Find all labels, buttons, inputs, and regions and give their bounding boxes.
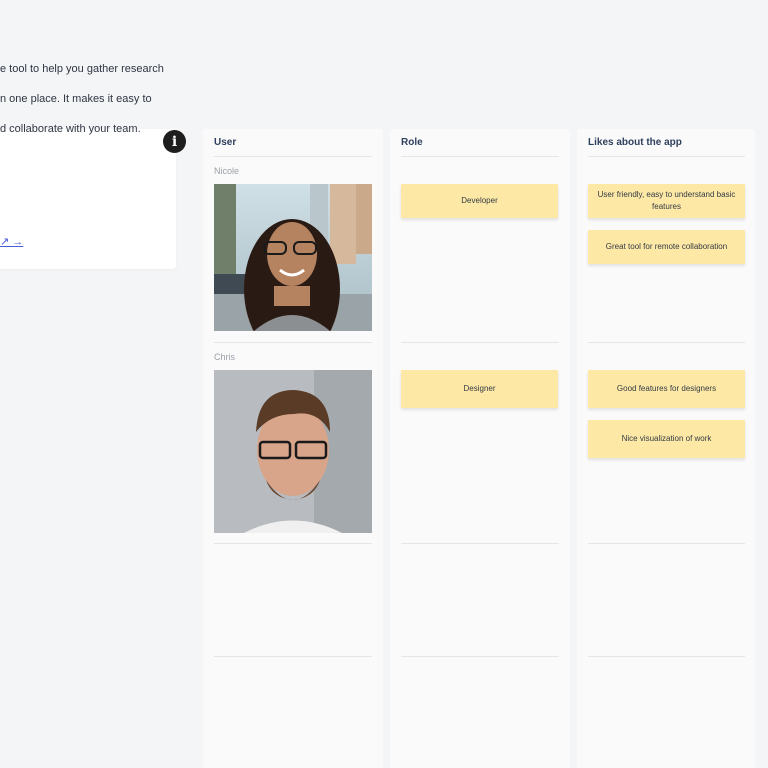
info-text-line-1: e tool to help you gather research xyxy=(0,63,164,75)
user-name-chris: Chris xyxy=(214,352,236,362)
divider xyxy=(401,543,559,544)
user-photo-chris[interactable] xyxy=(214,370,372,533)
divider xyxy=(214,656,372,657)
info-text-line-2: n one place. It makes it easy to xyxy=(0,93,152,105)
portrait-image xyxy=(214,184,372,331)
sticky-note-like[interactable]: Nice visualization of work xyxy=(588,420,745,458)
divider xyxy=(588,342,745,343)
column-header-likes: Likes about the app xyxy=(588,137,682,148)
column-header-user: User xyxy=(214,137,237,148)
divider xyxy=(401,656,559,657)
divider xyxy=(588,656,745,657)
learn-more-link[interactable]: ↗ → xyxy=(0,235,23,248)
divider xyxy=(214,543,372,544)
sticky-note-like[interactable]: Good features for designers xyxy=(588,370,745,408)
sticky-note-role-nicole[interactable]: Developer xyxy=(401,184,558,218)
user-column: User Nicole Chris xyxy=(203,129,383,768)
info-icon[interactable]: i xyxy=(163,130,186,153)
divider xyxy=(588,543,745,544)
portrait-image xyxy=(214,370,372,533)
user-photo-nicole[interactable] xyxy=(214,184,372,331)
sticky-note-like[interactable]: User friendly, easy to understand basic … xyxy=(588,184,745,218)
user-name-nicole: Nicole xyxy=(214,166,240,176)
role-column: Role Developer Designer xyxy=(390,129,570,768)
divider xyxy=(401,156,559,157)
divider xyxy=(588,156,745,157)
divider xyxy=(401,342,559,343)
divider xyxy=(214,156,372,157)
sticky-note-like[interactable]: Great tool for remote collaboration xyxy=(588,230,745,264)
divider xyxy=(214,342,372,343)
info-card-text: e tool to help you gather research n one… xyxy=(0,47,200,137)
likes-column: Likes about the app User friendly, easy … xyxy=(577,129,755,768)
sticky-note-role-chris[interactable]: Designer xyxy=(401,370,558,408)
info-text-line-3: d collaborate with your team. xyxy=(0,123,141,135)
info-card xyxy=(0,129,176,269)
column-header-role: Role xyxy=(401,137,423,148)
